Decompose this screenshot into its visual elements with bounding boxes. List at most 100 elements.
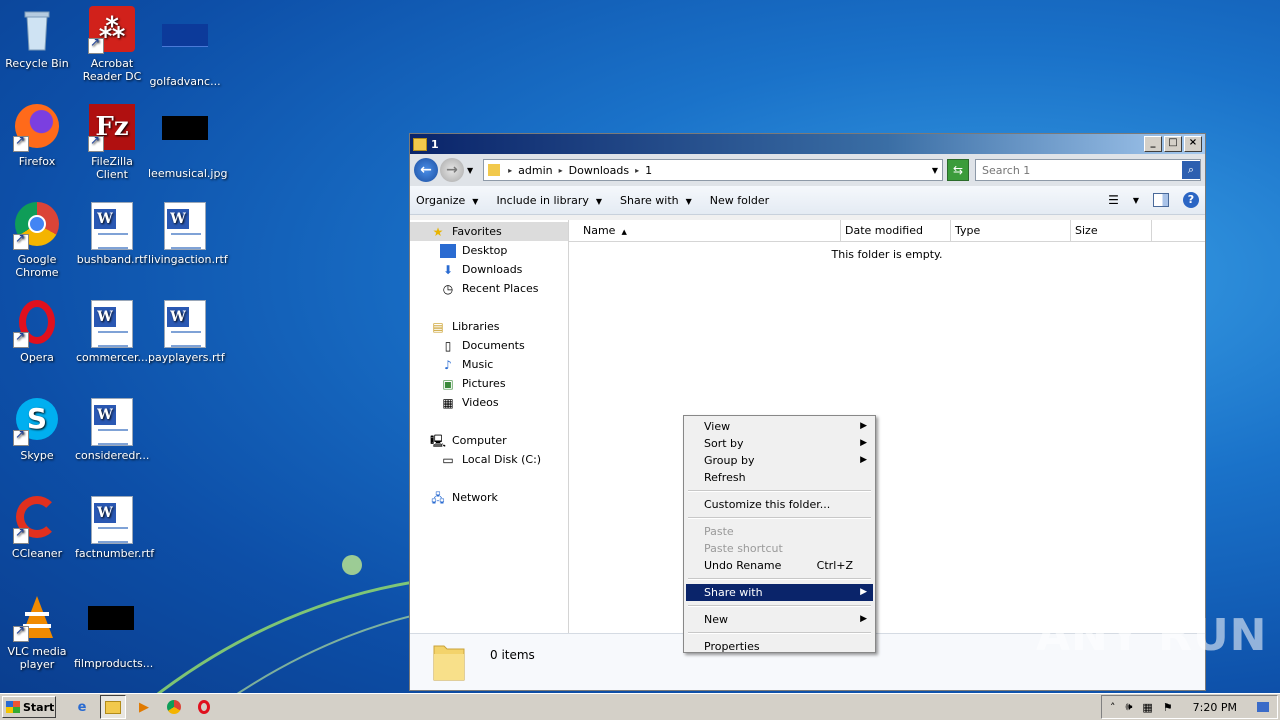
- breadcrumb-downloads[interactable]: Downloads: [569, 164, 629, 177]
- desktop-icon-leemusical[interactable]: leemusical.jpg: [148, 104, 227, 180]
- breadcrumb-admin[interactable]: admin: [518, 164, 552, 177]
- show-desktop-icon[interactable]: [1257, 702, 1269, 712]
- desktop-icon-recycle-bin[interactable]: Recycle Bin: [0, 6, 74, 70]
- clock[interactable]: 7:20 PM: [1193, 701, 1237, 714]
- desktop-icon-vlc[interactable]: VLC media player: [0, 594, 74, 671]
- forward-button[interactable]: →: [440, 158, 464, 182]
- view-dropdown-icon[interactable]: ▼: [1133, 196, 1139, 205]
- folder-icon: [432, 640, 466, 682]
- maximize-button[interactable]: □: [1164, 136, 1182, 152]
- desktop-icon-filmproducts[interactable]: filmproducts...: [74, 594, 153, 670]
- close-button[interactable]: ×: [1184, 136, 1202, 152]
- nav-desktop[interactable]: Desktop: [410, 241, 568, 260]
- file-list[interactable]: Name ▲ Date modified Type Size This folde…: [569, 220, 1205, 634]
- refresh-icon[interactable]: ⇆: [947, 159, 969, 181]
- opera-icon: [13, 300, 61, 348]
- menu-item-sort-by[interactable]: Sort by ▶: [686, 435, 873, 452]
- network-icon: 🖧: [431, 490, 445, 505]
- media-player-icon[interactable]: ▶: [132, 696, 156, 718]
- search-box[interactable]: ⌕: [975, 159, 1201, 181]
- back-button[interactable]: ←: [414, 158, 438, 182]
- menu-separator: [688, 605, 871, 607]
- desktop-icon-label: payplayers.rtf: [148, 351, 225, 364]
- column-size[interactable]: Size: [1071, 220, 1152, 241]
- show-hidden-icons-icon[interactable]: ˄: [1110, 701, 1116, 714]
- column-type[interactable]: Type: [951, 220, 1071, 241]
- column-date-modified[interactable]: Date modified: [841, 220, 951, 241]
- desktop-icon-firefox[interactable]: Firefox: [0, 104, 74, 168]
- nav-downloads[interactable]: ⬇ Downloads: [410, 260, 568, 279]
- share-with-button[interactable]: Share with ▼: [620, 194, 692, 207]
- nav-videos[interactable]: ▦ Videos: [410, 393, 568, 412]
- desktop-icon-consideredr[interactable]: W consideredr...: [75, 398, 149, 462]
- title-bar[interactable]: 1 _ □ ×: [410, 134, 1205, 154]
- recent-pages-dropdown-icon[interactable]: ▼: [467, 166, 473, 175]
- breadcrumb-current[interactable]: 1: [645, 164, 652, 177]
- menu-item-share-with[interactable]: Share with ▶: [686, 584, 873, 601]
- desktop-icon-skype[interactable]: S Skype: [0, 398, 74, 462]
- minimize-button[interactable]: _: [1144, 136, 1162, 152]
- nav-label: Videos: [462, 396, 499, 409]
- desktop-icon-bushband[interactable]: W bushband.rtf: [75, 202, 149, 266]
- menu-item-customize[interactable]: Customize this folder...: [686, 496, 873, 513]
- desktop-icon-ccleaner[interactable]: CCleaner: [0, 496, 74, 560]
- internet-explorer-icon[interactable]: e: [70, 696, 94, 718]
- search-icon[interactable]: ⌕: [1182, 161, 1200, 179]
- menu-item-undo-rename[interactable]: Undo Rename Ctrl+Z: [686, 557, 873, 574]
- breadcrumb-arrow-icon[interactable]: ▸: [635, 166, 639, 175]
- help-icon[interactable]: ?: [1183, 192, 1199, 208]
- computer-icon: 🖳: [430, 433, 447, 448]
- desktop-icon-golfadvance[interactable]: golfadvanc...: [148, 6, 222, 88]
- menu-item-refresh[interactable]: Refresh: [686, 469, 873, 486]
- organize-button[interactable]: Organize ▼: [416, 194, 478, 207]
- desktop-icon-payplayers[interactable]: W payplayers.rtf: [148, 300, 225, 364]
- nav-label: Computer: [452, 434, 507, 447]
- nav-favorites[interactable]: ★ Favorites: [410, 222, 568, 241]
- preview-pane-icon[interactable]: [1153, 193, 1169, 207]
- nav-local-disk[interactable]: ▭ Local Disk (C:): [410, 450, 568, 469]
- nav-documents[interactable]: ▯ Documents: [410, 336, 568, 355]
- explorer-taskbar-icon[interactable]: [100, 695, 126, 719]
- desktop-icon-label: Recycle Bin: [5, 57, 69, 70]
- menu-item-view[interactable]: View ▶: [686, 418, 873, 435]
- word-document-icon: W: [161, 300, 209, 348]
- menu-item-new[interactable]: New ▶: [686, 611, 873, 628]
- menu-separator: [688, 490, 871, 492]
- nav-computer[interactable]: 🖳 Computer: [410, 431, 568, 450]
- desktop-icon-label: Skype: [20, 449, 54, 462]
- desktop-icon-factnumber[interactable]: W factnumber.rtf: [75, 496, 154, 560]
- nav-pictures[interactable]: ▣ Pictures: [410, 374, 568, 393]
- desktop-icon-label: FileZilla Client: [91, 155, 133, 181]
- desktop-icon-acrobat[interactable]: ⁂ Acrobat Reader DC: [75, 6, 149, 83]
- desktop-icon-chrome[interactable]: Google Chrome: [0, 202, 74, 279]
- nav-network[interactable]: 🖧 Network: [410, 488, 568, 507]
- volume-icon[interactable]: 🕪: [1125, 700, 1132, 714]
- view-options-icon[interactable]: ☰: [1108, 193, 1119, 207]
- desktop-icon-livingaction[interactable]: W livingaction.rtf: [148, 202, 228, 266]
- address-dropdown-icon[interactable]: ▼: [932, 166, 938, 175]
- menu-label: New: [704, 613, 728, 626]
- filezilla-icon: Fz: [88, 104, 136, 152]
- include-in-library-button[interactable]: Include in library ▼: [496, 194, 602, 207]
- desktop-icon-filezilla[interactable]: Fz FileZilla Client: [75, 104, 149, 181]
- desktop-icon-commercer[interactable]: W commercer...: [75, 300, 149, 364]
- nav-libraries[interactable]: ▤ Libraries: [410, 317, 568, 336]
- start-button[interactable]: Start: [2, 696, 56, 718]
- column-name[interactable]: Name ▲: [569, 220, 841, 241]
- search-input[interactable]: [980, 162, 1180, 178]
- opera-taskbar-icon[interactable]: [192, 696, 216, 718]
- menu-item-group-by[interactable]: Group by ▶: [686, 452, 873, 469]
- nav-recent-places[interactable]: ◷ Recent Places: [410, 279, 568, 298]
- breadcrumb-arrow-icon[interactable]: ▸: [559, 166, 563, 175]
- desktop-icon-label: Acrobat Reader DC: [82, 57, 142, 83]
- chrome-taskbar-icon[interactable]: [162, 696, 186, 718]
- address-bar[interactable]: ▸ admin ▸ Downloads ▸ 1 ▼: [483, 159, 943, 181]
- desktop-icon-opera[interactable]: Opera: [0, 300, 74, 364]
- menu-item-properties[interactable]: Properties: [686, 638, 873, 655]
- breadcrumb-arrow-icon[interactable]: ▸: [508, 166, 512, 175]
- action-center-flag-icon[interactable]: ⚑: [1163, 701, 1173, 714]
- desktop-icon-label: Opera: [20, 351, 54, 364]
- new-folder-button[interactable]: New folder: [710, 194, 769, 207]
- nav-music[interactable]: ♪ Music: [410, 355, 568, 374]
- network-status-icon[interactable]: ▦: [1142, 701, 1152, 714]
